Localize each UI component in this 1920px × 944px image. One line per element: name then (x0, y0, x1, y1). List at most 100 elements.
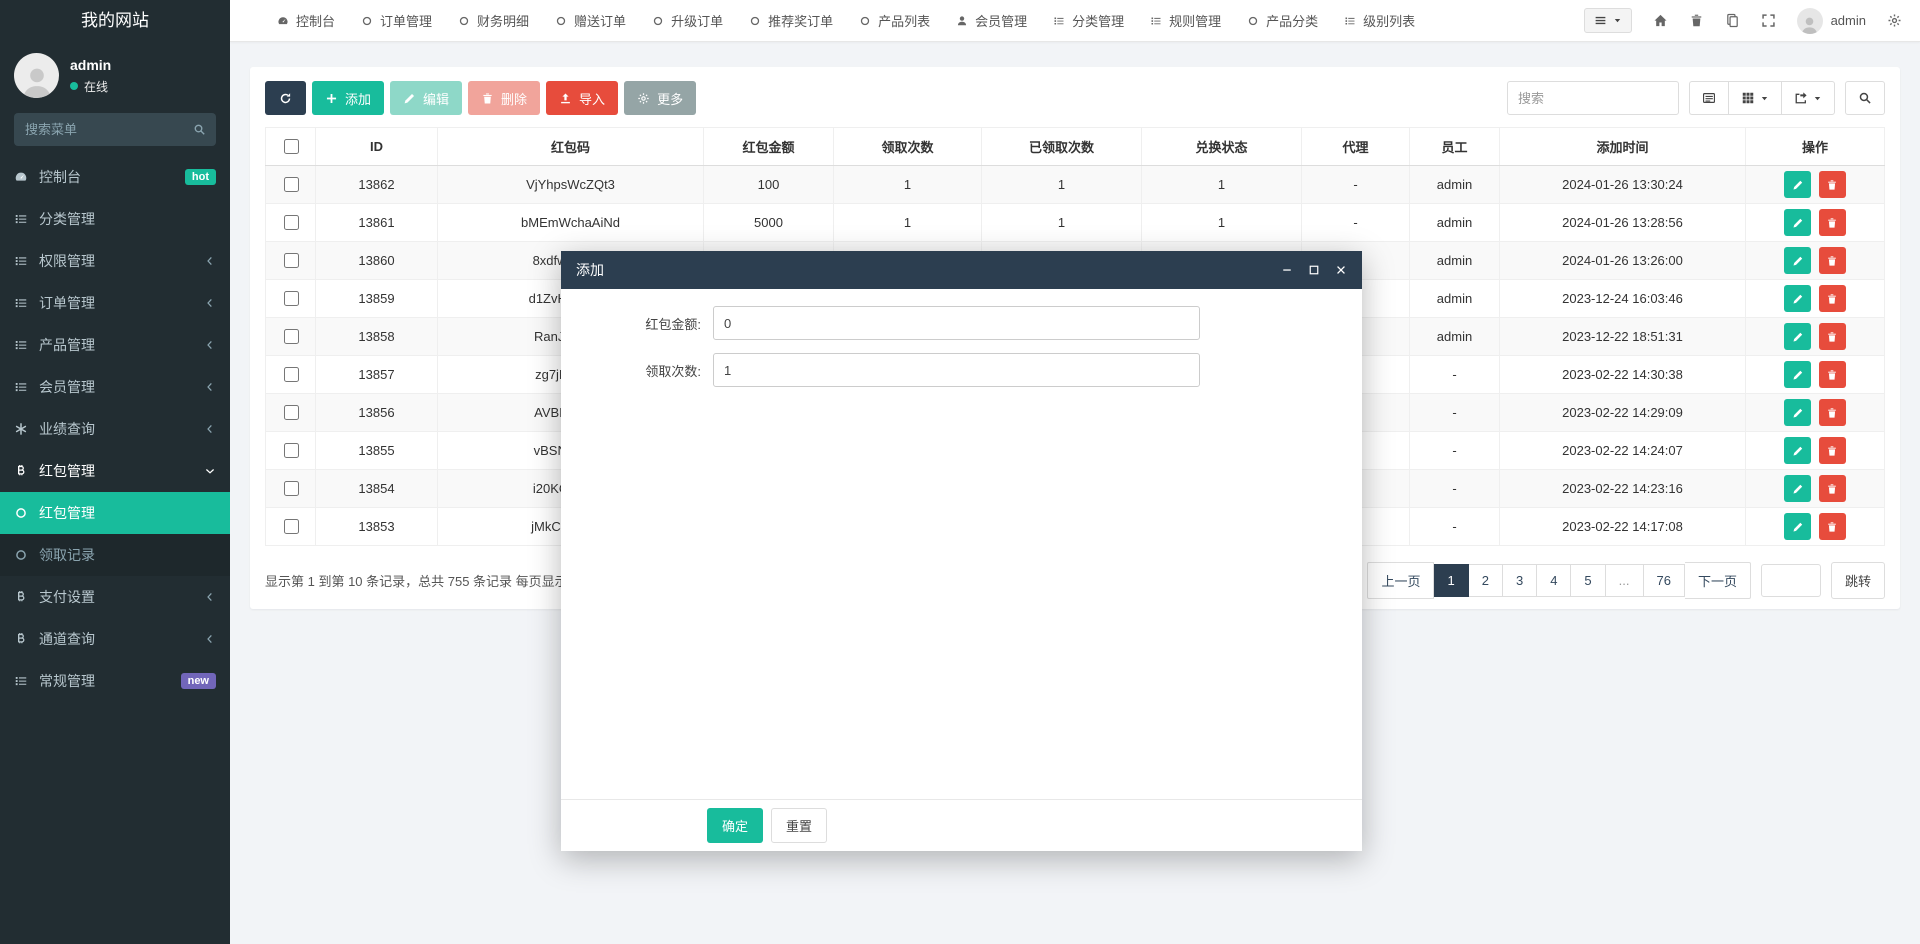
topnav-item-referral-order[interactable]: 推荐奖订单 (736, 0, 846, 41)
row-checkbox[interactable] (284, 253, 299, 268)
export-button[interactable] (1781, 81, 1835, 115)
import-button[interactable]: 导入 (546, 81, 618, 115)
topnav-item-product-list[interactable]: 产品列表 (846, 0, 943, 41)
row-delete-button[interactable] (1819, 323, 1846, 350)
settings-gear-icon[interactable] (1887, 13, 1902, 28)
row-edit-button[interactable] (1784, 399, 1811, 426)
reset-button[interactable]: 重置 (771, 808, 827, 843)
more-button[interactable]: 更多 (624, 81, 696, 115)
topnav-item-gift-order[interactable]: 赠送订单 (542, 0, 639, 41)
field-input-0[interactable] (713, 306, 1200, 340)
row-delete-button[interactable] (1819, 247, 1846, 274)
pencil-icon (1792, 483, 1804, 495)
row-edit-button[interactable] (1784, 475, 1811, 502)
hamburger-icon[interactable] (230, 13, 264, 28)
topnav-item-order-manage[interactable]: 订单管理 (348, 0, 445, 41)
pagination-page-76[interactable]: 76 (1644, 564, 1685, 597)
search-button[interactable] (1845, 81, 1885, 115)
select-all-cell (266, 128, 316, 166)
row-edit-button[interactable] (1784, 285, 1811, 312)
row-delete-button[interactable] (1819, 399, 1846, 426)
pagination-page-2[interactable]: 2 (1469, 564, 1503, 597)
row-delete-button[interactable] (1819, 475, 1846, 502)
file-icon[interactable] (1725, 13, 1740, 28)
row-checkbox[interactable] (284, 519, 299, 534)
sidebar-item-channel[interactable]: 通道查询 (0, 618, 230, 660)
sidebar-item-general[interactable]: 常规管理new (0, 660, 230, 702)
sidebar-item-order[interactable]: 订单管理 (0, 282, 230, 324)
refresh-button[interactable] (265, 81, 306, 115)
topnav-item-rule-manage[interactable]: 规则管理 (1137, 0, 1234, 41)
row-delete-button[interactable] (1819, 513, 1846, 540)
nav-more-button[interactable] (1584, 8, 1632, 33)
sidebar-item-payment[interactable]: 支付设置 (0, 576, 230, 618)
row-checkbox[interactable] (284, 177, 299, 192)
row-edit-button[interactable] (1784, 437, 1811, 464)
pagination-page-5[interactable]: 5 (1571, 564, 1605, 597)
trash-icon (481, 92, 494, 105)
topnav-item-product-category[interactable]: 产品分类 (1234, 0, 1331, 41)
sidebar-item-dashboard[interactable]: 控制台hot (0, 156, 230, 198)
row-edit-button[interactable] (1784, 513, 1811, 540)
delete-button[interactable]: 删除 (468, 81, 540, 115)
trash-icon[interactable] (1689, 13, 1704, 28)
dialog-header[interactable]: 添加 (561, 251, 1362, 289)
cell-id: 13857 (316, 356, 438, 394)
list-icon (14, 674, 28, 688)
pagination-prev[interactable]: 上一页 (1367, 562, 1434, 599)
topnav-item-category-manage[interactable]: 分类管理 (1040, 0, 1137, 41)
edit-button[interactable]: 编辑 (390, 81, 462, 115)
home-icon[interactable] (1653, 13, 1668, 28)
minimize-icon[interactable] (1281, 264, 1293, 276)
row-checkbox[interactable] (284, 481, 299, 496)
pagination-jump-button[interactable]: 跳转 (1831, 562, 1885, 599)
row-delete-button[interactable] (1819, 171, 1846, 198)
row-checkbox[interactable] (284, 405, 299, 420)
pagination-jump-input[interactable] (1761, 564, 1821, 597)
sidebar-item-redpacket-records[interactable]: 领取记录 (0, 534, 230, 576)
user-menu[interactable]: admin (1797, 8, 1866, 34)
sidebar-item-category[interactable]: 分类管理 (0, 198, 230, 240)
row-edit-button[interactable] (1784, 209, 1811, 236)
field-input-1[interactable] (713, 353, 1200, 387)
row-checkbox[interactable] (284, 367, 299, 382)
sidebar-item-redpacket-manage[interactable]: 红包管理 (0, 492, 230, 534)
pagination-next[interactable]: 下一页 (1685, 562, 1751, 599)
pagination-page-4[interactable]: 4 (1537, 564, 1571, 597)
row-delete-button[interactable] (1819, 209, 1846, 236)
select-all-checkbox[interactable] (284, 139, 299, 154)
row-edit-button[interactable] (1784, 247, 1811, 274)
row-edit-button[interactable] (1784, 361, 1811, 388)
close-icon[interactable] (1335, 264, 1347, 276)
topnav-item-dashboard[interactable]: 控制台 (264, 0, 348, 41)
pagination-page-1[interactable]: 1 (1434, 564, 1468, 597)
sidebar-item-member[interactable]: 会员管理 (0, 366, 230, 408)
sidebar-item-redpacket[interactable]: 红包管理 (0, 450, 230, 492)
topnav-item-upgrade-order[interactable]: 升级订单 (639, 0, 736, 41)
detail-view-button[interactable] (1689, 81, 1728, 115)
row-edit-button[interactable] (1784, 323, 1811, 350)
pagination-page-3[interactable]: 3 (1503, 564, 1537, 597)
row-checkbox[interactable] (284, 329, 299, 344)
checkbox-cell (266, 508, 316, 546)
row-checkbox[interactable] (284, 215, 299, 230)
sidebar-search-input[interactable] (14, 113, 216, 146)
sidebar-item-auth[interactable]: 权限管理 (0, 240, 230, 282)
row-checkbox[interactable] (284, 291, 299, 306)
row-edit-button[interactable] (1784, 171, 1811, 198)
topnav-item-finance-detail[interactable]: 财务明细 (445, 0, 542, 41)
topnav-item-level-list[interactable]: 级别列表 (1331, 0, 1428, 41)
fullscreen-icon[interactable] (1761, 13, 1776, 28)
row-delete-button[interactable] (1819, 285, 1846, 312)
sidebar-item-performance[interactable]: 业绩查询 (0, 408, 230, 450)
row-delete-button[interactable] (1819, 437, 1846, 464)
confirm-button[interactable]: 确定 (707, 808, 763, 843)
columns-button[interactable] (1728, 81, 1781, 115)
row-delete-button[interactable] (1819, 361, 1846, 388)
maximize-icon[interactable] (1308, 264, 1320, 276)
row-checkbox[interactable] (284, 443, 299, 458)
table-search-input[interactable] (1507, 81, 1679, 115)
sidebar-item-product[interactable]: 产品管理 (0, 324, 230, 366)
topnav-item-member-manage[interactable]: 会员管理 (943, 0, 1040, 41)
add-button[interactable]: 添加 (312, 81, 384, 115)
